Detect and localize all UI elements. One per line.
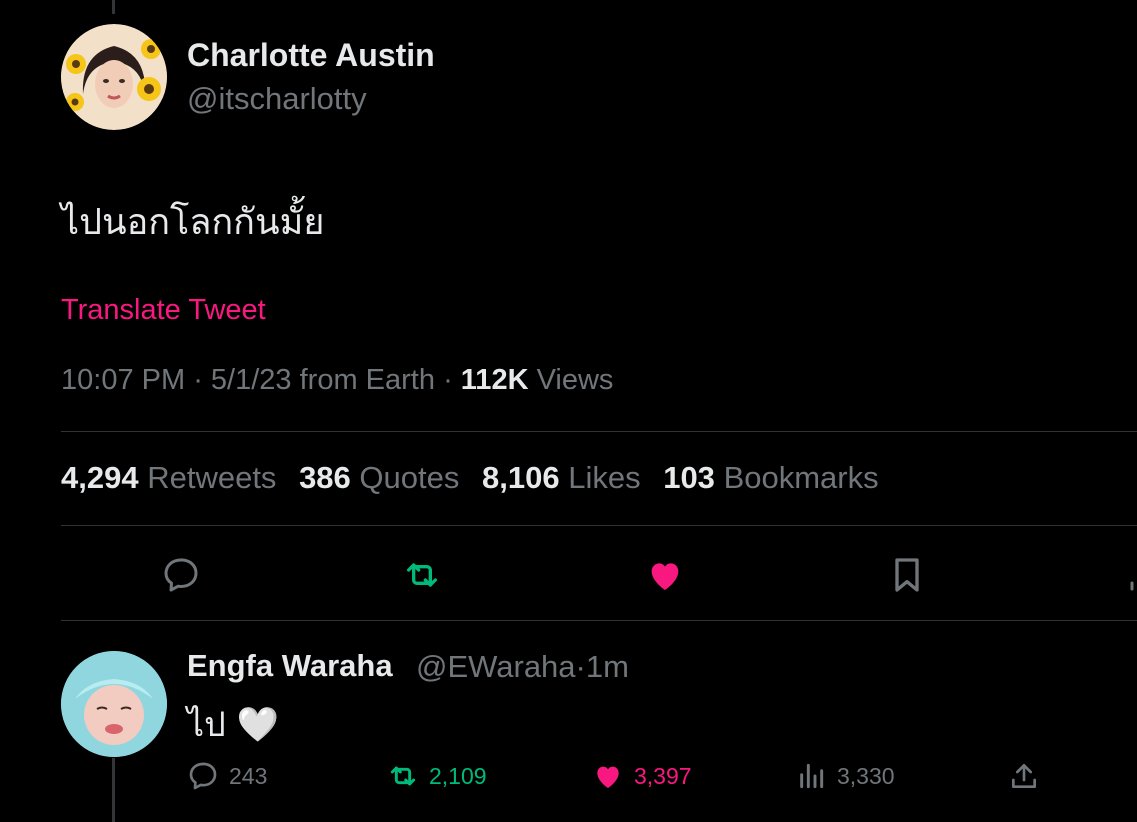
reply-retweet-button[interactable]: 2,109 <box>387 758 487 794</box>
reply-text: ไป 🤍 <box>187 705 279 745</box>
analytics-icon <box>800 763 824 789</box>
meta-separator: · <box>575 649 586 684</box>
reply-author-handle[interactable]: @EWaraha <box>416 649 576 684</box>
reply-author-meta: @EWaraha·1m <box>416 649 629 685</box>
quotes-stat[interactable]: 386 Quotes <box>299 460 459 496</box>
tweet-meta: 10:07 PM · 5/1/23 from Earth · 112K View… <box>61 364 613 397</box>
tweet-source: from Earth <box>299 364 435 396</box>
author-avatar[interactable] <box>61 24 167 130</box>
tweet-date[interactable]: 5/1/23 <box>211 364 292 396</box>
divider <box>61 620 1137 621</box>
reply-share-button[interactable] <box>1008 758 1050 794</box>
heart-filled-icon[interactable] <box>645 555 685 595</box>
author-name[interactable]: Charlotte Austin <box>187 37 435 74</box>
retweet-icon[interactable] <box>402 555 442 595</box>
retweet-icon <box>390 766 416 786</box>
translate-tweet-link[interactable]: Translate Tweet <box>61 294 266 327</box>
reply-views-button[interactable]: 3,330 <box>795 758 895 794</box>
reply-avatar[interactable] <box>61 651 167 757</box>
views-count: 112K <box>460 364 529 396</box>
reply-like-button[interactable]: 3,397 <box>592 758 692 794</box>
bookmark-icon[interactable] <box>887 555 927 595</box>
reply-icon[interactable] <box>161 555 201 595</box>
views-label: Views <box>536 364 614 396</box>
thread-line <box>112 0 115 14</box>
meta-separator: · <box>193 364 211 396</box>
likes-stat[interactable]: 8,106 Likes <box>482 460 641 496</box>
thread-line <box>112 758 115 822</box>
meta-separator: · <box>443 364 461 396</box>
bookmarks-stat[interactable]: 103 Bookmarks <box>663 460 878 496</box>
share-icon[interactable] <box>1128 555 1137 595</box>
reply-reply-count: 243 <box>229 762 268 789</box>
reply-time[interactable]: 1m <box>586 649 629 684</box>
tweet-text: ไปนอกโลกกันมั้ย <box>61 202 325 243</box>
tweet-time[interactable]: 10:07 PM <box>61 364 185 396</box>
reply-reply-button[interactable]: 243 <box>187 758 267 794</box>
reply-view-count: 3,330 <box>837 762 895 789</box>
share-icon <box>1012 764 1036 788</box>
author-handle[interactable]: @itscharlotty <box>187 81 367 117</box>
divider <box>61 525 1137 526</box>
heart-filled-icon <box>597 766 619 788</box>
reply-retweet-count: 2,109 <box>429 762 487 789</box>
divider <box>61 431 1137 432</box>
tweet-stats: 4,294 Retweets 386 Quotes 8,106 Likes 10… <box>61 460 893 496</box>
reply-icon <box>189 762 217 790</box>
reply-like-count: 3,397 <box>634 762 692 789</box>
reply-author-name[interactable]: Engfa Waraha <box>187 648 393 684</box>
retweets-stat[interactable]: 4,294 Retweets <box>61 460 276 496</box>
